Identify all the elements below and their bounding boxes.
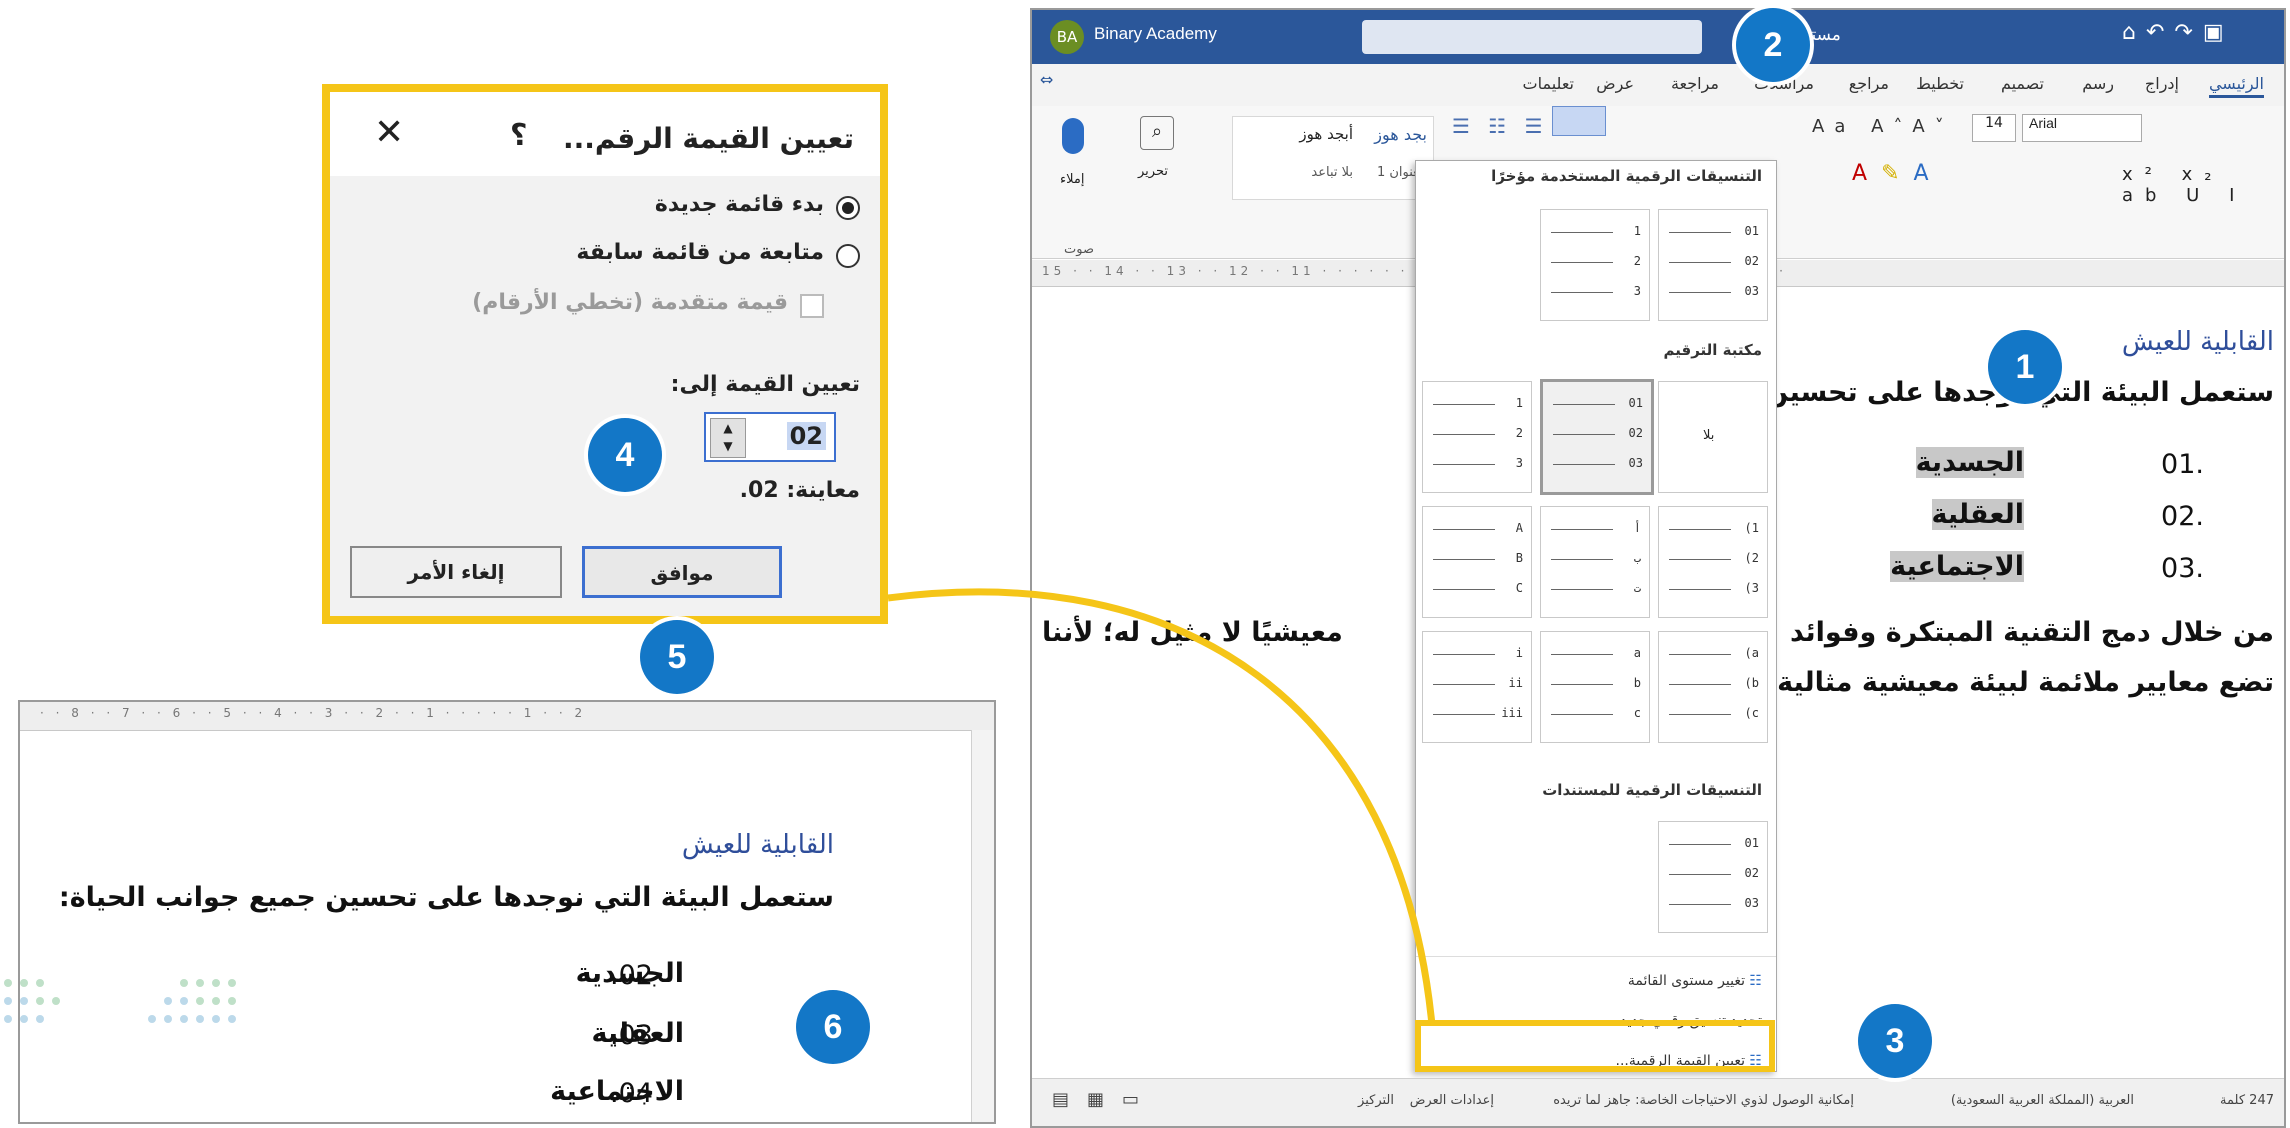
callout-5: 5 (640, 620, 714, 694)
callout-3: 3 (1858, 1004, 1932, 1078)
connector-curve (887, 588, 1436, 1026)
callout-1: 1 (1988, 330, 2062, 404)
callout-6: 6 (796, 990, 870, 1064)
callout-2: 2 (1736, 8, 1810, 82)
callout-4: 4 (588, 418, 662, 492)
connector-arrow (887, 588, 1436, 1026)
